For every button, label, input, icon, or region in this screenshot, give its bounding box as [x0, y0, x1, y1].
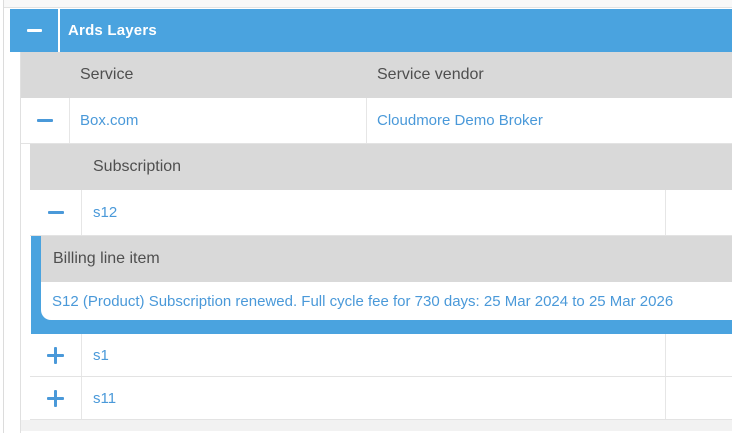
- subscription-empty-cell: [666, 377, 732, 419]
- subscription-name-cell: s1: [82, 334, 666, 376]
- subscription-empty-cell: [666, 190, 732, 235]
- service-table: Service Service vendor Box.com Cloudmore…: [20, 52, 732, 433]
- expand-subscription-button[interactable]: [30, 377, 81, 419]
- billing-layers-panel: Ards Layers Service Service vendor Box.c…: [0, 0, 732, 433]
- ards-layers-header: Ards Layers: [10, 9, 732, 52]
- subscription-row-s1: s1: [30, 334, 732, 377]
- service-name-cell: Box.com: [70, 98, 367, 143]
- subscription-column-header: Subscription: [93, 158, 182, 175]
- minus-icon: [26, 29, 42, 32]
- service-table-header-row: Service Service vendor: [21, 52, 732, 98]
- ards-layers-collapse-button[interactable]: [10, 9, 58, 52]
- subscription-link[interactable]: s1: [93, 347, 109, 364]
- empty-column-header: [666, 144, 732, 190]
- table-bottom-filler: [21, 420, 732, 431]
- subscription-row-s12: s12: [30, 190, 732, 236]
- expander-column-spacer: [21, 52, 70, 98]
- collapse-service-button[interactable]: [21, 98, 69, 143]
- panel-left-edge: [3, 0, 4, 433]
- expander-column-spacer: [30, 144, 82, 190]
- service-vendor-cell: Cloudmore Demo Broker: [367, 98, 732, 143]
- subscription-empty-cell: [666, 334, 732, 376]
- billing-line-item-link[interactable]: S12 (Product) Subscription renewed. Full…: [52, 293, 673, 310]
- plus-icon: [47, 346, 64, 364]
- service-column-header: Service: [80, 66, 134, 83]
- service-expander-cell: [21, 98, 70, 143]
- page-top-strip: [4, 0, 732, 8]
- minus-icon: [47, 211, 64, 214]
- service-link[interactable]: Box.com: [80, 112, 138, 129]
- subscription-row-s11: s11: [30, 377, 732, 420]
- plus-icon: [47, 389, 64, 407]
- billing-line-item-header: Billing line item: [41, 236, 732, 282]
- subscription-expander-cell: [30, 377, 82, 419]
- subscription-name-cell: s11: [82, 377, 666, 419]
- billing-line-item-row: S12 (Product) Subscription renewed. Full…: [41, 282, 732, 320]
- subscription-table-header-row: Subscription: [30, 144, 732, 190]
- subscription-link[interactable]: s12: [93, 204, 117, 221]
- collapse-subscription-button[interactable]: [30, 190, 81, 235]
- expand-subscription-button[interactable]: [30, 334, 81, 376]
- service-row-boxcom: Box.com Cloudmore Demo Broker: [21, 98, 732, 144]
- subscription-expander-cell: [30, 190, 82, 235]
- service-vendor-link[interactable]: Cloudmore Demo Broker: [377, 112, 543, 129]
- minus-icon: [37, 119, 53, 122]
- subscription-expander-cell: [30, 334, 82, 376]
- panel-title: Ards Layers: [68, 22, 157, 39]
- subscription-table: Subscription s12 Billing line item S12 (…: [30, 144, 732, 420]
- subscription-link[interactable]: s11: [93, 390, 116, 407]
- billing-line-item-table: Billing line item S12 (Product) Subscrip…: [31, 236, 732, 334]
- subscription-name-cell: s12: [82, 190, 666, 235]
- service-vendor-column-header: Service vendor: [377, 66, 484, 83]
